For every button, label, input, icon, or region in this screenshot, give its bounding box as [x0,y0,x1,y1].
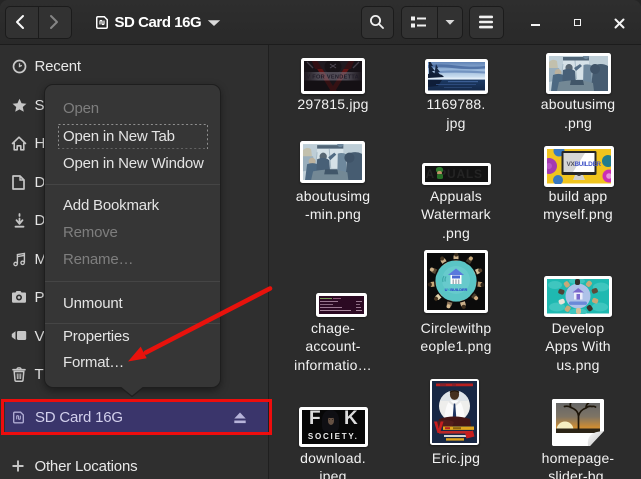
svg-text:VXBUILDER: VXBUILDER [567,161,602,168]
svg-text:V FOR VENDETTA: V FOR VENDETTA [306,74,359,80]
svg-text:UX BUILDER: UX BUILDER [445,287,468,292]
